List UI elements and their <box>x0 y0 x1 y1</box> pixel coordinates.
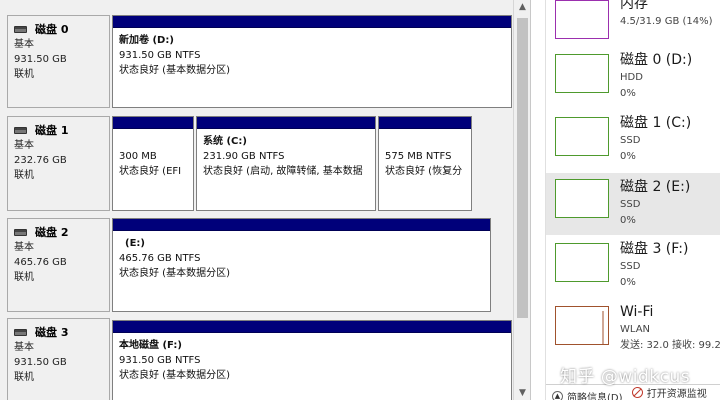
partition-header-bar <box>113 16 511 28</box>
partition-header-bar <box>379 117 471 129</box>
disk-size: 465.76 GB <box>14 257 67 268</box>
open-resource-monitor-link[interactable]: 打开资源监视 <box>631 385 707 400</box>
partition-status: 状态良好 (基本数据分区) <box>119 268 230 279</box>
partition-name: 新加卷 (D:) <box>119 35 174 46</box>
disk-status: 联机 <box>14 272 34 283</box>
disk-management-panel: 磁盘 0 基本 931.50 GB 联机 新加卷 (D:) 931.50 GB … <box>0 0 531 400</box>
partition-header-bar <box>113 219 490 231</box>
tm-item-usage: 0% <box>620 277 636 288</box>
tm-item-usage: 0% <box>620 151 636 162</box>
partition-status: 状态良好 (恢复分 <box>385 166 463 177</box>
tm-item-detail: SSD <box>620 199 641 210</box>
tm-item-throughput: 发送: 32.0 接收: 99.2 <box>620 340 720 351</box>
partition-d[interactable]: 新加卷 (D:) 931.50 GB NTFS 状态良好 (基本数据分区) <box>112 15 512 108</box>
partition-recovery[interactable]: 575 MB NTFS 状态良好 (恢复分 <box>378 116 472 211</box>
partition-status: 状态良好 (EFI <box>119 166 182 177</box>
tm-item-name: Wi-Fi <box>620 304 654 320</box>
partition-c[interactable]: 系统 (C:) 231.90 GB NTFS 状态良好 (启动, 故障转储, 基… <box>196 116 376 211</box>
disk-icon <box>14 126 27 134</box>
disk-row-2: 磁盘 2 基本 465.76 GB 联机 (E:) 465.76 GB NTFS… <box>0 218 530 312</box>
partition-efi[interactable]: 300 MB 状态良好 (EFI <box>112 116 194 211</box>
disk-type: 基本 <box>14 140 34 151</box>
disk-graph-thumbnail <box>555 179 609 218</box>
partition-name: 本地磁盘 (F:) <box>119 340 182 351</box>
tm-item-wifi[interactable]: Wi-Fi WLAN 发送: 32.0 接收: 99.2 <box>546 300 720 360</box>
tm-item-name: 磁盘 1 (C:) <box>620 115 692 131</box>
partition-f[interactable]: 本地磁盘 (F:) 931.50 GB NTFS 状态良好 (基本数据分区) <box>112 320 512 400</box>
disk-status: 联机 <box>14 372 34 383</box>
tm-item-detail: SSD <box>620 261 641 272</box>
partition-status: 状态良好 (启动, 故障转储, 基本数据 <box>203 166 363 177</box>
tm-item-usage: 0% <box>620 215 636 226</box>
tm-item-disk-2[interactable]: 磁盘 2 (E:) SSD 0% <box>546 173 720 235</box>
scroll-down-icon[interactable]: ▼ <box>514 386 530 400</box>
network-graph-thumbnail <box>555 306 609 345</box>
disk-info-2[interactable]: 磁盘 2 基本 465.76 GB 联机 <box>7 218 110 312</box>
partition-header-bar <box>113 117 193 129</box>
disk-size: 931.50 GB <box>14 357 67 368</box>
partition-size: 575 MB NTFS <box>385 151 452 162</box>
network-graph-icon <box>602 311 604 344</box>
tm-item-name: 内存 <box>620 0 648 12</box>
partition-name: 系统 (C:) <box>203 136 247 147</box>
disk-info-3[interactable]: 磁盘 3 基本 931.50 GB 联机 <box>7 318 110 400</box>
partition-size: 300 MB <box>119 151 157 162</box>
watermark: 知乎 @widkcus <box>560 367 691 387</box>
tm-item-memory[interactable]: 内存 4.5/31.9 GB (14%) <box>546 0 720 54</box>
partition-name: (E:) <box>125 238 145 249</box>
disk-size: 232.76 GB <box>14 155 67 166</box>
partition-e[interactable]: (E:) 465.76 GB NTFS 状态良好 (基本数据分区) <box>112 218 491 312</box>
disk-icon <box>14 25 27 33</box>
disk-row-3: 磁盘 3 基本 931.50 GB 联机 本地磁盘 (F:) 931.50 GB… <box>0 318 530 400</box>
tm-item-disk-0[interactable]: 磁盘 0 (D:) HDD 0% <box>546 48 720 108</box>
tm-item-name: 磁盘 3 (F:) <box>620 241 689 257</box>
disk-name: 磁盘 3 <box>35 326 69 339</box>
partition-size: 465.76 GB NTFS <box>119 253 201 264</box>
task-manager-performance-list: 内存 4.5/31.9 GB (14%) 磁盘 0 (D:) HDD 0% 磁盘… <box>545 0 720 400</box>
disk-type: 基本 <box>14 342 34 353</box>
tm-item-disk-1[interactable]: 磁盘 1 (C:) SSD 0% <box>546 111 720 171</box>
brief-info-label: 简略信息(D) <box>567 393 623 400</box>
tm-item-detail: 4.5/31.9 GB (14%) <box>620 16 713 27</box>
partition-header-bar <box>197 117 375 129</box>
scroll-up-icon[interactable]: ▲ <box>514 0 530 14</box>
vertical-scrollbar[interactable]: ▲ ▼ <box>513 0 530 400</box>
partition-status: 状态良好 (基本数据分区) <box>119 370 230 381</box>
disk-graph-thumbnail <box>555 117 609 156</box>
tm-item-detail: SSD <box>620 135 641 146</box>
tm-item-name: 磁盘 0 (D:) <box>620 52 693 68</box>
disk-name: 磁盘 0 <box>35 23 69 36</box>
brief-info-link[interactable]: ▲ 简略信息(D) <box>552 389 623 400</box>
disk-name: 磁盘 1 <box>35 124 69 137</box>
disk-status: 联机 <box>14 170 34 181</box>
partition-size: 231.90 GB NTFS <box>203 151 285 162</box>
disk-info-0[interactable]: 磁盘 0 基本 931.50 GB 联机 <box>7 15 110 108</box>
partition-status: 状态良好 (基本数据分区) <box>119 65 230 76</box>
tm-item-detail: WLAN <box>620 324 651 335</box>
disk-icon <box>14 228 27 236</box>
disk-graph-thumbnail <box>555 243 609 282</box>
open-resource-monitor-label: 打开资源监视 <box>646 389 707 400</box>
tm-item-name: 磁盘 2 (E:) <box>620 179 691 195</box>
disk-name: 磁盘 2 <box>35 226 69 239</box>
disk-graph-thumbnail <box>555 54 609 93</box>
disk-icon <box>14 328 27 336</box>
disk-row-1: 磁盘 1 基本 232.76 GB 联机 300 MB 状态良好 (EFI 系统… <box>0 116 530 211</box>
disk-row-0: 磁盘 0 基本 931.50 GB 联机 新加卷 (D:) 931.50 GB … <box>0 15 530 108</box>
tm-item-usage: 0% <box>620 88 636 99</box>
tm-item-disk-3[interactable]: 磁盘 3 (F:) SSD 0% <box>546 237 720 297</box>
memory-graph-thumbnail <box>555 0 609 39</box>
disk-status: 联机 <box>14 69 34 80</box>
scrollbar-thumb[interactable] <box>517 18 528 318</box>
resource-monitor-icon <box>631 387 643 398</box>
disk-info-1[interactable]: 磁盘 1 基本 232.76 GB 联机 <box>7 116 110 211</box>
disk-size: 931.50 GB <box>14 54 67 65</box>
tm-item-detail: HDD <box>620 72 643 83</box>
partition-header-bar <box>113 321 511 333</box>
partition-size: 931.50 GB NTFS <box>119 355 201 366</box>
collapse-up-icon: ▲ <box>552 391 563 400</box>
partition-size: 931.50 GB NTFS <box>119 50 201 61</box>
disk-type: 基本 <box>14 242 34 253</box>
disk-type: 基本 <box>14 39 34 50</box>
